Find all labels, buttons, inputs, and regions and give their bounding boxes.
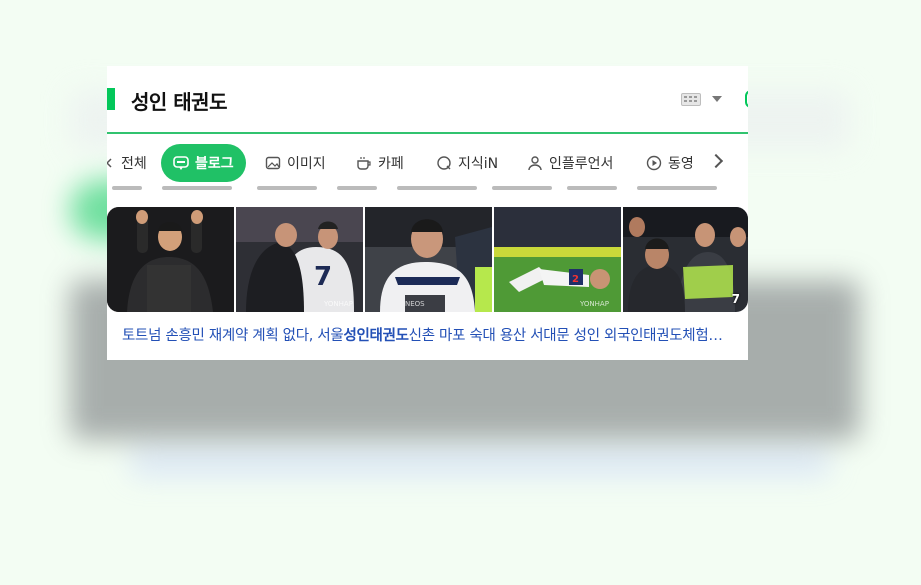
search-result-card: 성인 태권도 전체 블로그 이미지 카페 지식iN 인플루언서 동영 7 YON… [107, 66, 748, 360]
blurred-caption [130, 450, 830, 476]
person-icon [527, 155, 543, 171]
svg-text:7: 7 [314, 262, 332, 292]
caption-text: 토트넘 손흥민 재계약 계획 없다, 서울 [122, 328, 344, 344]
svg-text:2: 2 [572, 274, 579, 285]
search-button-edge[interactable] [745, 90, 748, 108]
tab-label: 지식iN [458, 156, 499, 172]
tab-video[interactable]: 동영 [646, 144, 694, 182]
tab-all[interactable]: 전체 [107, 144, 147, 182]
tab-influencer[interactable]: 인플루언서 [527, 144, 613, 182]
image-thumbnails[interactable]: 7 YONHAP NEOS 2 YONHAP 7 [107, 207, 748, 312]
photo-count-badge: 7 [731, 292, 740, 306]
search-accent-bar [107, 88, 115, 110]
thumbnail-3[interactable]: NEOS [365, 207, 492, 312]
thumbnail-1[interactable] [107, 207, 234, 312]
search-query[interactable]: 성인 태권도 [131, 86, 227, 115]
keyboard-icon[interactable] [681, 93, 701, 106]
search-bar[interactable]: 성인 태권도 [107, 66, 748, 134]
caption-highlight: 성인태권도 [343, 328, 409, 344]
watermark: YONHAP [580, 300, 609, 308]
tab-label: 카페 [378, 156, 404, 172]
chevron-right-icon[interactable] [708, 153, 724, 169]
cut-off-text-line [107, 184, 748, 198]
tab-label: 이미지 [287, 156, 326, 172]
tab-label: 블로그 [195, 156, 234, 172]
caption-text-rest: 신촌 마포 숙대 용산 서대문 성인 외국인태권도체험… [408, 328, 723, 344]
thumbnail-2[interactable]: 7 YONHAP [236, 207, 363, 312]
tab-label: 동영 [668, 156, 694, 172]
sponsor-text: NEOS [405, 300, 425, 308]
tab-blog[interactable]: 블로그 [161, 144, 246, 182]
play-icon [646, 155, 662, 171]
tab-cafe[interactable]: 카페 [356, 144, 404, 182]
watermark: YONHAP [324, 300, 353, 308]
tab-label: 인플루언서 [549, 156, 614, 172]
thumbnail-5[interactable]: 7 [623, 207, 748, 312]
blog-icon [173, 155, 189, 171]
search-icon [107, 155, 121, 171]
cafe-icon [356, 155, 372, 171]
tab-qna[interactable]: 지식iN [436, 144, 498, 182]
caret-down-icon[interactable] [712, 96, 722, 102]
tab-label: 전체 [121, 156, 147, 172]
image-icon [265, 155, 281, 171]
tab-image[interactable]: 이미지 [265, 144, 326, 182]
thumbnail-4[interactable]: 2 YONHAP [494, 207, 621, 312]
search-tabs: 전체 블로그 이미지 카페 지식iN 인플루언서 동영 [107, 144, 748, 184]
result-title-link[interactable]: 토트넘 손흥민 재계약 계획 없다, 서울성인태권도신촌 마포 숙대 용산 서대… [122, 324, 748, 345]
qa-icon [436, 155, 452, 171]
